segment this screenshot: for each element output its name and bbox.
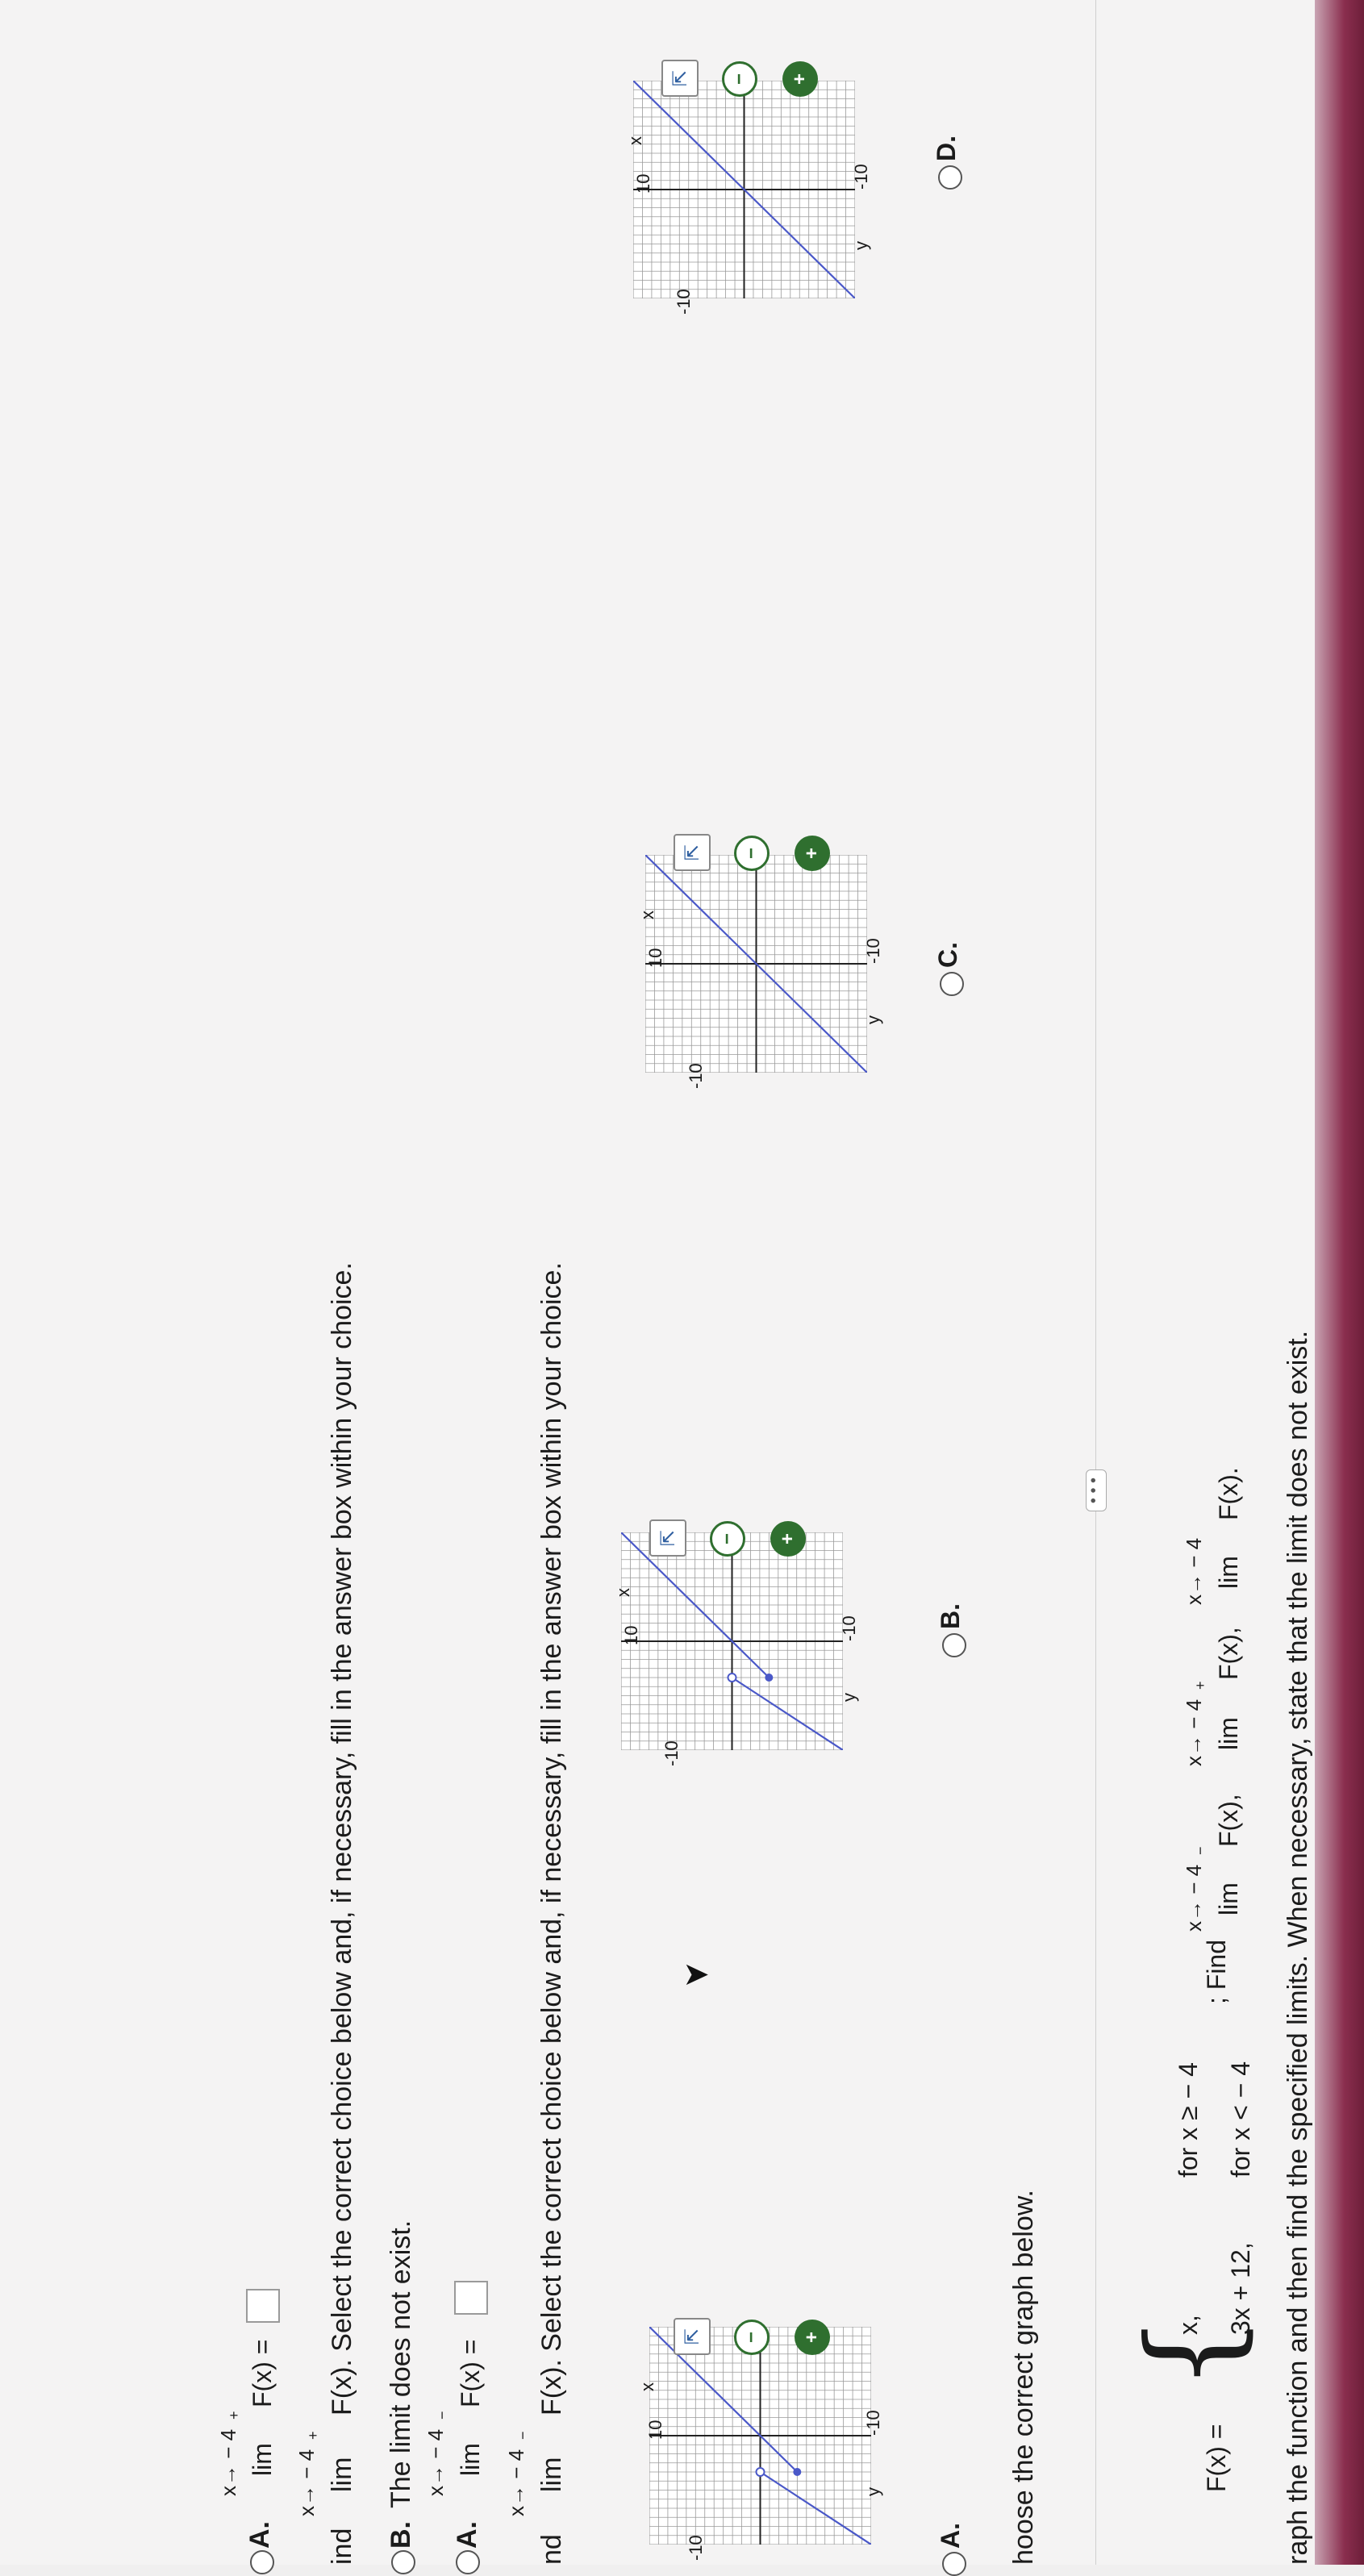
part2-prompt-pre: nd: [536, 2534, 567, 2565]
lim1-sup: −: [1192, 1846, 1208, 1855]
graph-d-zoom-out-icon[interactable]: −: [722, 61, 757, 97]
lim3-sub: x→ − 4: [1182, 1537, 1206, 1605]
option-c-radio[interactable]: [940, 972, 964, 996]
part2-prompt-post: F(x). Select the correct choice below an…: [536, 1262, 567, 2416]
part1-prompt: hoose the correct graph below.: [1008, 2190, 1039, 2565]
graph-d-pos10-x: 10: [633, 173, 653, 194]
part2-option-a-fn: F(x) =: [456, 2339, 485, 2407]
part3-option-a-sup: +: [226, 2411, 242, 2420]
part3-lim-sub: x→ − 4: [294, 2449, 319, 2516]
lim2-sub: x→ − 4: [1182, 1699, 1206, 1766]
piece1-expr: 3x + 12,: [1226, 2242, 1255, 2335]
piece2-expr: x,: [1174, 2315, 1203, 2335]
graph-c-x-label: x: [637, 911, 657, 919]
option-a-letter: A.: [936, 2523, 965, 2549]
graph-a-zoom-out-icon[interactable]: −: [734, 2320, 770, 2355]
graph-a-zoom-in-icon[interactable]: +: [795, 2320, 830, 2355]
part2-option-b-radio[interactable]: [391, 2550, 415, 2574]
part2-option-b-letter: B.: [386, 2521, 416, 2549]
lim3-word: lim: [1214, 1556, 1243, 1589]
piece2-cond: for x ≥ − 4: [1174, 2062, 1203, 2178]
graph-d[interactable]: [633, 81, 855, 298]
graph-a[interactable]: [649, 2327, 871, 2545]
divider: [1095, 0, 1096, 2565]
part3-prompt-pre: ind: [327, 2528, 357, 2565]
part2-option-a-letter: A.: [452, 2521, 482, 2549]
lim2-sup: +: [1192, 1681, 1208, 1690]
part3-option-a-fn: F(x) =: [248, 2339, 277, 2407]
graph-a-popout-icon[interactable]: ⇱: [674, 2318, 711, 2355]
graph-b-pos10-x: 10: [621, 1625, 641, 1645]
part3-option-a-letter: A.: [244, 2521, 275, 2549]
part2-answer-input[interactable]: [454, 2281, 488, 2315]
option-c-letter: C.: [933, 942, 962, 968]
graph-d-zoom-in-icon[interactable]: +: [782, 61, 818, 97]
part2-lim-sub: x→ − 4: [504, 2449, 528, 2516]
part3-option-a-radio[interactable]: [250, 2550, 274, 2574]
graph-a-x-label: x: [637, 2382, 657, 2391]
part3-option-a-lim: lim: [248, 2443, 277, 2476]
find-label: ; Find: [1202, 1939, 1231, 2004]
part3-option-a-sub: x→ − 4: [216, 2428, 240, 2496]
piece1-cond: for x < − 4: [1226, 2061, 1255, 2178]
graph-b-neg10-x: -10: [839, 1615, 859, 1641]
part2-lim-sup: −: [515, 2431, 531, 2440]
option-d-letter: D.: [932, 135, 961, 161]
graph-a-neg10-x: -10: [863, 2410, 883, 2436]
open-point: [727, 1673, 737, 1682]
part3-lim: lim: [327, 2457, 357, 2492]
graph-c-zoom-in-icon[interactable]: +: [795, 836, 830, 871]
open-point: [755, 2467, 765, 2477]
closed-point: [793, 2468, 802, 2476]
question-intro: raph the function and then find the spec…: [1283, 1330, 1313, 2565]
graph-d-neg10-y: -10: [674, 289, 694, 315]
graph-c-zoom-out-icon[interactable]: −: [734, 836, 770, 871]
graph-c-neg10-x: -10: [863, 938, 883, 964]
lim2-fn: F(x),: [1214, 1627, 1243, 1680]
graph-b-popout-icon[interactable]: ⇱: [649, 1519, 686, 1557]
part2-option-a-lim: lim: [456, 2443, 485, 2476]
graph-b-zoom-out-icon[interactable]: −: [710, 1521, 745, 1557]
option-a-radio[interactable]: [942, 2552, 966, 2576]
graph-b-y-label: y: [839, 1693, 859, 1702]
lim3-fn: F(x).: [1214, 1467, 1243, 1520]
func-lhs: F(x) =: [1202, 2424, 1231, 2492]
part2-option-a-sup: −: [434, 2411, 450, 2420]
graph-b-x-label: x: [613, 1588, 633, 1597]
closed-point: [765, 1674, 774, 1682]
graph-c-popout-icon[interactable]: ⇱: [674, 834, 711, 871]
graph-b-neg10-y: -10: [661, 1740, 682, 1766]
graph-a-neg10-y: -10: [686, 2535, 706, 2561]
graph-b-zoom-in-icon[interactable]: +: [770, 1521, 806, 1557]
graph-c-pos10-x: 10: [645, 948, 665, 968]
graph-c-y-label: y: [863, 1015, 883, 1024]
part3-prompt-post: F(x). Select the correct choice below an…: [327, 1262, 357, 2416]
graph-b[interactable]: [621, 1532, 843, 1750]
page-rotated: raph the function and then find the spec…: [0, 0, 1364, 2576]
option-d-radio[interactable]: [938, 165, 962, 190]
part3-lim-sup: +: [305, 2431, 321, 2440]
header-bar: [1315, 0, 1364, 2565]
more-button[interactable]: • • •: [1085, 1469, 1107, 1511]
part2-option-b-text: The limit does not exist.: [386, 2220, 416, 2508]
graph-a-y-label: y: [863, 2487, 883, 2496]
part3-answer-input[interactable]: [246, 2289, 280, 2323]
part2-option-a-sub: x→ − 4: [423, 2428, 448, 2496]
graph-d-x-label: x: [625, 136, 645, 145]
graph-c-neg10-y: -10: [686, 1063, 706, 1089]
lim1-fn: F(x),: [1214, 1794, 1243, 1847]
option-b-radio[interactable]: [942, 1633, 966, 1657]
mouse-cursor-icon: ➤: [682, 1957, 710, 1993]
graph-a-pos10-x: 10: [645, 2420, 665, 2440]
lim1-word: lim: [1214, 1882, 1243, 1915]
graph-d-popout-icon[interactable]: ⇱: [661, 60, 699, 97]
part2-option-a-radio[interactable]: [456, 2550, 480, 2574]
graph-d-neg10-x: -10: [851, 164, 871, 190]
graph-d-y-label: y: [851, 241, 871, 250]
lim1-sub: x→ − 4: [1182, 1864, 1206, 1932]
lim2-word: lim: [1214, 1717, 1243, 1750]
graph-c[interactable]: [645, 855, 867, 1073]
option-b-letter: B.: [936, 1603, 965, 1629]
part2-lim: lim: [536, 2457, 567, 2492]
